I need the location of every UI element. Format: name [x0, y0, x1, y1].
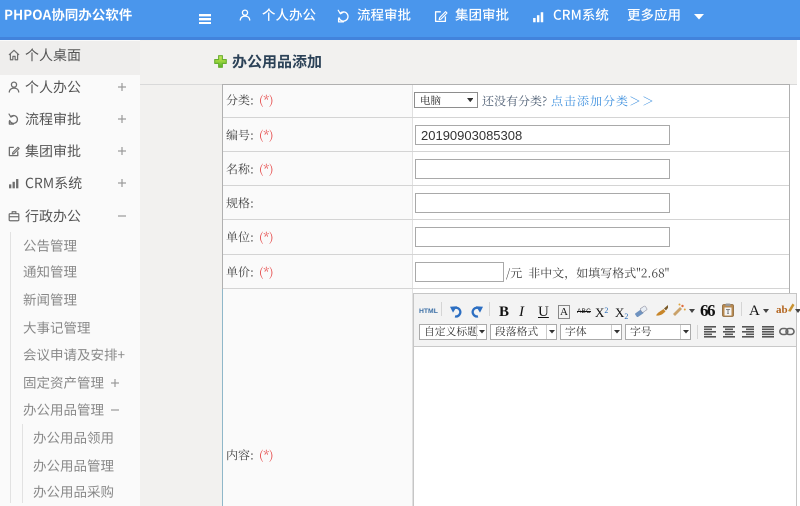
svg-text:T: T — [726, 308, 731, 316]
